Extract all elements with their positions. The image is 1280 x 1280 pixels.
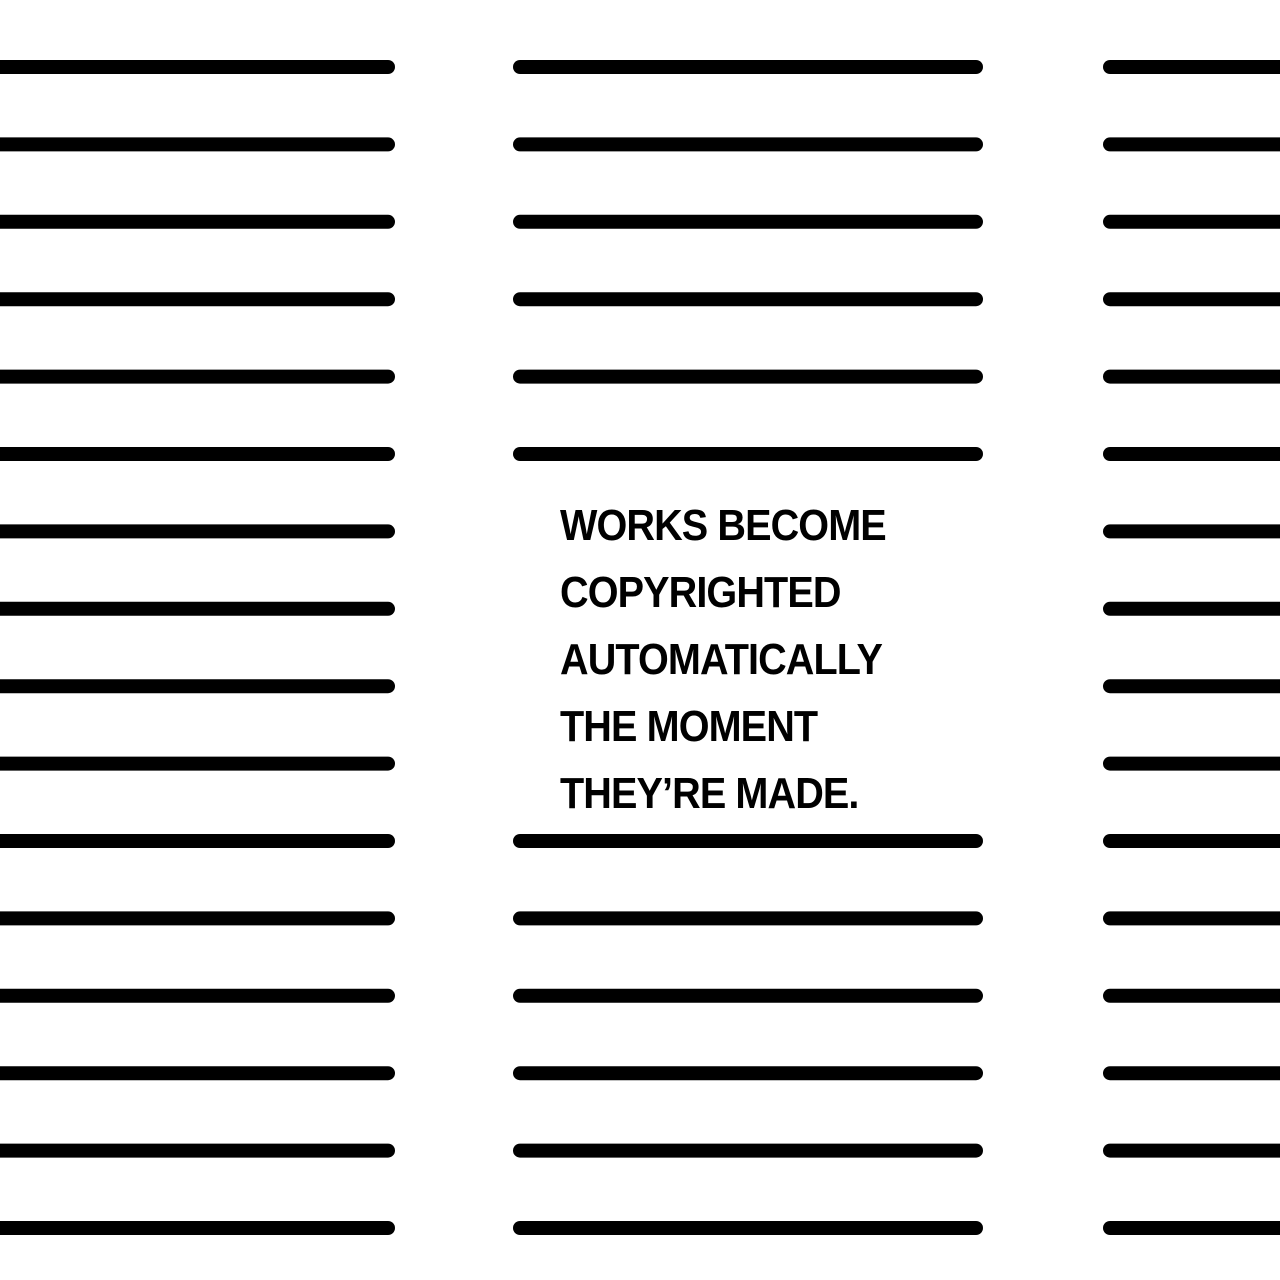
message-line-4: THE MOMENT (560, 702, 818, 751)
message-line-2: COPYRIGHTED (560, 568, 841, 617)
message-line-3: AUTOMATICALLY (560, 635, 883, 684)
message-line-1: WORKS BECOME (560, 501, 887, 550)
message-line-5: THEY’RE MADE. (560, 769, 859, 818)
copyright-message: WORKS BECOME COPYRIGHTED AUTOMATICALLY T… (560, 492, 960, 827)
